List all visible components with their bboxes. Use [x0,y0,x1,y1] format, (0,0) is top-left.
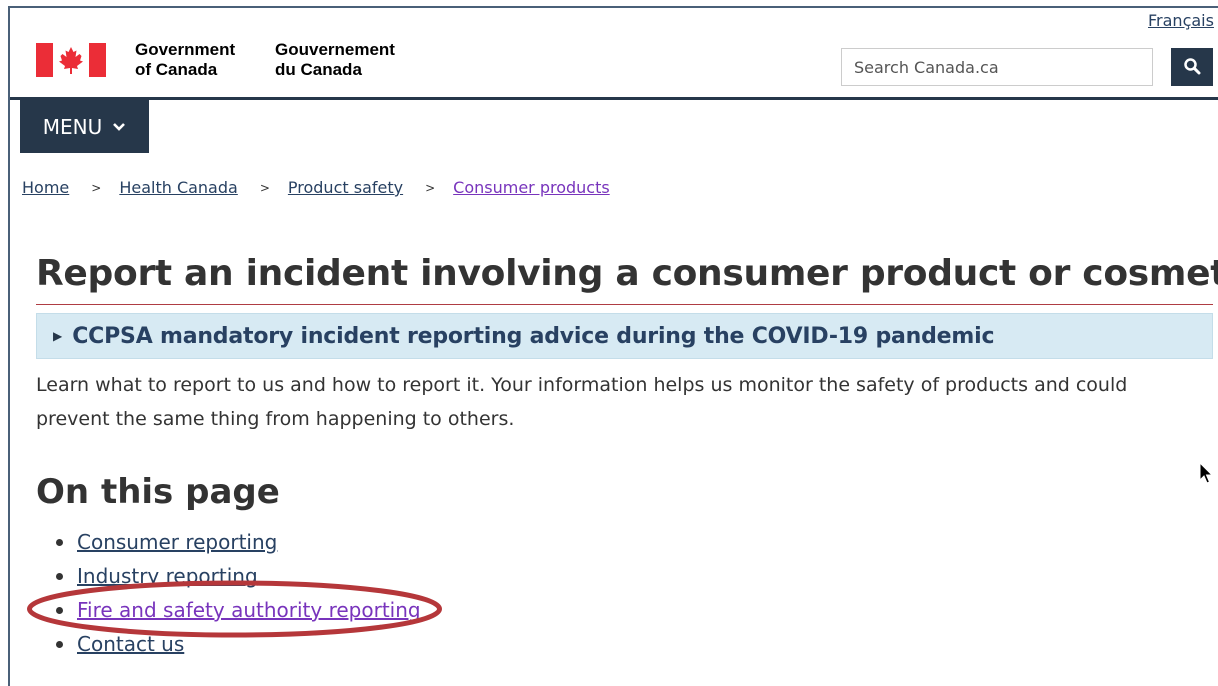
list-item: Contact us [54,627,421,661]
breadcrumb-health-canada[interactable]: Health Canada [119,178,238,197]
header-divider [10,97,1218,100]
toc-link-contact-us[interactable]: Contact us [77,632,184,656]
list-item: Consumer reporting [54,525,421,559]
expand-triangle-icon: ▶ [53,329,63,343]
toc-link-industry-reporting[interactable]: Industry reporting [77,564,258,588]
government-signature-fr: Gouvernement du Canada [275,40,395,80]
toc-link-fire-safety-authority[interactable]: Fire and safety authority reporting [77,598,421,622]
signature-fr-line1: Gouvernement [275,40,395,59]
on-this-page-heading: On this page [36,472,280,512]
list-item: Fire and safety authority reporting [54,593,421,627]
page-title: Report an incident involving a consumer … [36,253,1218,294]
bullet-icon [56,641,63,648]
search-input[interactable] [841,48,1153,86]
menu-button[interactable]: MENU [20,100,149,153]
covid-advice-expander[interactable]: ▶ CCPSA mandatory incident reporting adv… [36,313,1213,359]
breadcrumb-consumer-products[interactable]: Consumer products [453,178,610,197]
chevron-down-icon [113,122,126,131]
breadcrumb-home[interactable]: Home [22,178,69,197]
menu-label: MENU [42,114,103,139]
breadcrumb-separator: > [91,180,102,195]
covid-advice-summary: CCPSA mandatory incident reporting advic… [72,323,995,349]
breadcrumb-product-safety[interactable]: Product safety [288,178,403,197]
bullet-icon [56,573,63,580]
on-this-page-list: Consumer reporting Industry reporting Fi… [54,525,421,661]
bullet-icon [56,607,63,614]
breadcrumb-separator: > [259,180,270,195]
search-icon [1184,57,1201,74]
toc-link-consumer-reporting[interactable]: Consumer reporting [77,530,277,554]
intro-line-2: prevent the same thing from happening to… [36,408,515,430]
title-underline [36,304,1213,305]
signature-en-line2: of Canada [135,60,218,79]
intro-paragraph: Learn what to report to us and how to re… [36,368,1196,436]
signature-en-line1: Government [135,40,236,59]
search-button[interactable] [1171,48,1213,86]
signature-fr-line2: du Canada [275,60,362,79]
canada-flag-icon [36,43,106,77]
bullet-icon [56,539,63,546]
mouse-cursor-icon [1199,462,1213,484]
government-signature-en: Government of Canada [135,40,235,80]
breadcrumb: Home > Health Canada > Product safety > … [22,178,610,197]
language-toggle-link[interactable]: Français [1148,11,1214,30]
breadcrumb-separator: > [425,180,436,195]
intro-line-1: Learn what to report to us and how to re… [36,374,1128,396]
list-item: Industry reporting [54,559,421,593]
